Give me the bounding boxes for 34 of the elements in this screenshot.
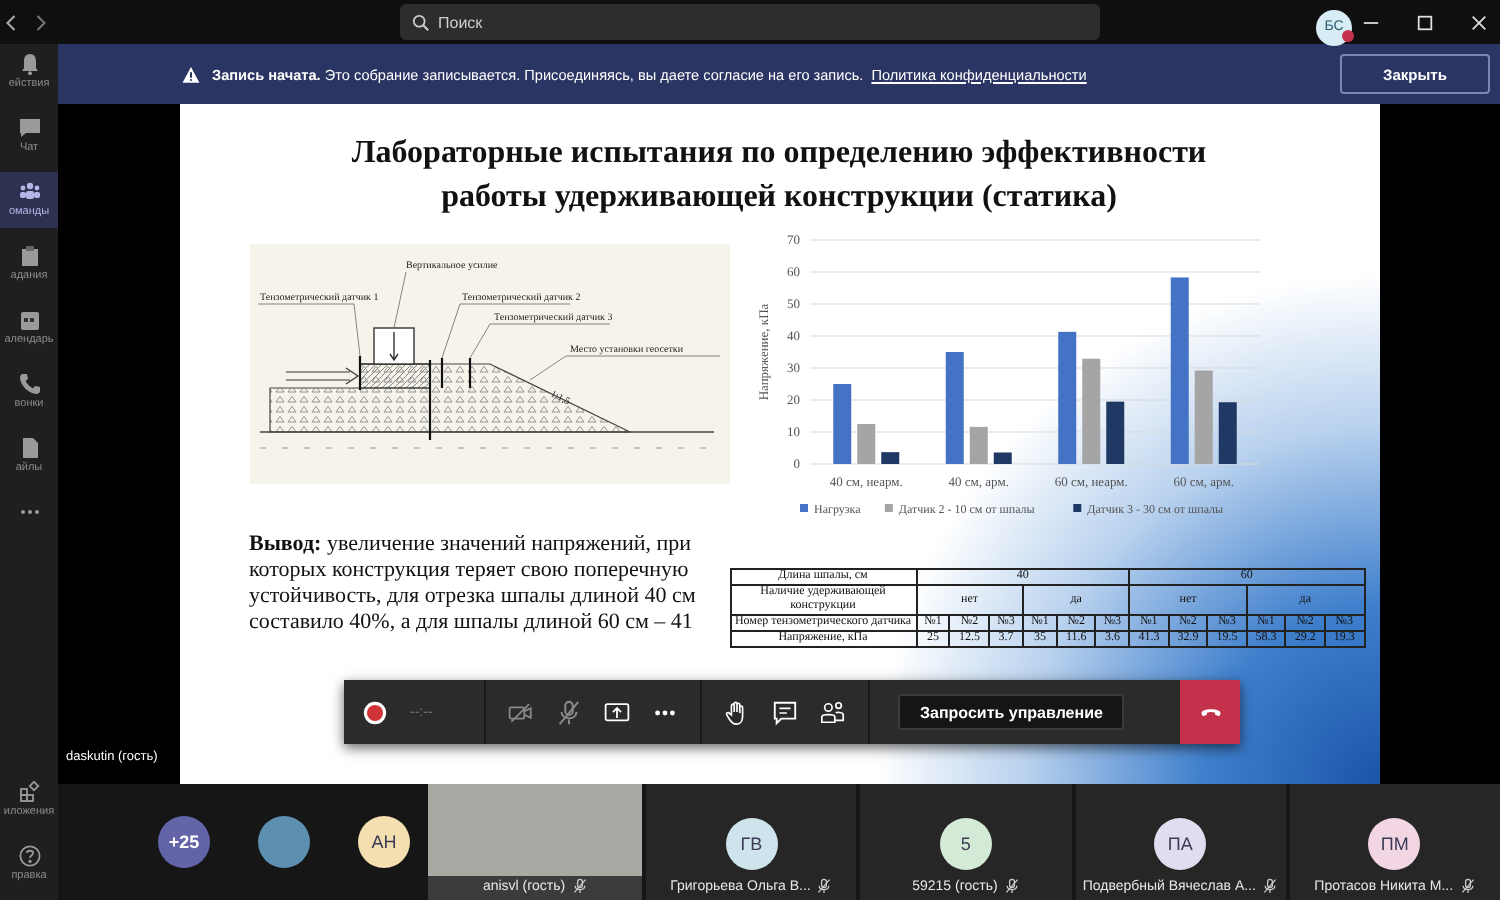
camera-off-icon[interactable]	[508, 699, 534, 725]
mic-off-icon[interactable]	[556, 699, 582, 725]
participant-avatar: 5	[939, 818, 992, 870]
share-screen-icon[interactable]	[604, 699, 630, 725]
maximize-icon[interactable]	[1416, 13, 1434, 31]
bell-icon	[17, 52, 41, 76]
participant-avatar: ПА	[1154, 818, 1207, 870]
forward-icon[interactable]	[34, 13, 48, 31]
slide-title: Лабораторные испытания по определению эффективности работы удерживающей конструкции (статика)	[349, 134, 1209, 218]
record-icon[interactable]	[362, 699, 388, 725]
close-icon[interactable]	[1470, 13, 1488, 31]
participant-avatar: ПМ	[1368, 818, 1421, 870]
help-icon	[17, 844, 41, 868]
chat-icon[interactable]	[772, 699, 798, 725]
participants-icon[interactable]	[820, 699, 846, 725]
participant-avatar: ГВ	[725, 818, 778, 870]
request-control-button[interactable]: Запросить управление	[898, 694, 1125, 730]
participant-avatar: АН	[358, 816, 410, 868]
more-participants-badge[interactable]: +25	[158, 816, 210, 868]
file-icon	[17, 436, 41, 460]
warning-icon	[182, 65, 200, 83]
back-icon[interactable]	[4, 13, 18, 31]
chat-icon	[17, 116, 41, 140]
phone-icon	[1199, 706, 1221, 718]
search-icon	[412, 13, 430, 31]
calendar-icon	[17, 308, 41, 332]
apps-icon	[17, 780, 41, 804]
conclusion-text: Вывод: увеличение значений напряжений, при которых конструкция теряет свою поперечную устойчивость, для отрезка шпалы длиной 40 см составило 40%, а для шпалы длиной 60 см – 41	[249, 532, 698, 636]
hang-up-button[interactable]	[1180, 680, 1240, 744]
search-field[interactable]: Поиск	[400, 4, 1100, 40]
clipboard-icon	[17, 244, 41, 268]
phone-icon	[17, 372, 41, 396]
avatar-photo-placeholder	[258, 816, 310, 868]
people-icon	[17, 180, 41, 204]
